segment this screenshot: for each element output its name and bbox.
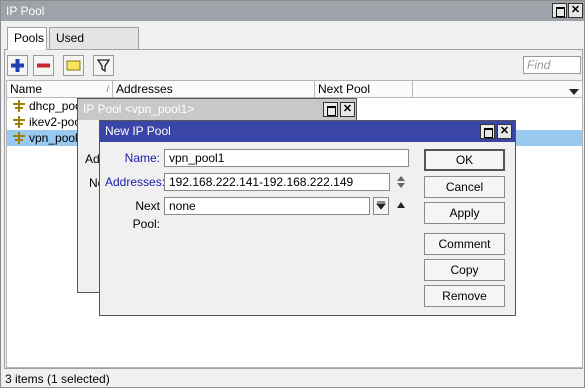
comment-dialog-button[interactable]: Comment [424, 233, 505, 255]
name-label: Name: [124, 151, 160, 165]
dialog-titlebar[interactable]: New IP Pool [100, 121, 515, 142]
column-header-addresses[interactable]: Addresses [113, 81, 315, 98]
cancel-button[interactable]: Cancel [424, 176, 505, 198]
column-header-name[interactable]: Name / [7, 81, 113, 98]
name-value: vpn_pool1 [169, 151, 225, 165]
next-pool-value: none [169, 199, 196, 213]
tab-pools[interactable]: Pools [7, 27, 47, 50]
copy-button[interactable]: Copy [424, 259, 505, 281]
dropdown-arrow-icon [375, 201, 387, 210]
window-titlebar[interactable]: IP Pool [1, 1, 584, 21]
status-bar: 3 items (1 selected) [5, 372, 110, 386]
find-input[interactable]: Find [523, 56, 581, 74]
columns-menu-icon[interactable] [569, 85, 579, 99]
name-field[interactable]: vpn_pool1 [164, 149, 409, 167]
new-ip-pool-dialog: New IP Pool ✕ Name: vpn_pool1 Addresses:… [99, 120, 516, 316]
edit-pool-maximize-button[interactable] [323, 102, 338, 117]
edit-pool-title: IP Pool <vpn_pool1> [83, 102, 195, 116]
window-title: IP Pool [6, 4, 45, 18]
edit-pool-close-button[interactable]: ✕ [340, 102, 355, 117]
sort-up-down-icon[interactable] [396, 175, 406, 189]
filter-button[interactable] [93, 55, 114, 76]
filter-icon [96, 59, 111, 73]
column-header-empty [413, 81, 582, 98]
add-button[interactable] [7, 55, 28, 76]
next-pool-label: Next Pool: [132, 199, 160, 231]
pool-icon [13, 132, 25, 144]
find-placeholder: Find [527, 58, 551, 72]
dialog-title: New IP Pool [105, 124, 171, 138]
addresses-label: Addresses: [105, 175, 166, 189]
arrow-up-icon[interactable] [396, 201, 406, 209]
column-label: Next Pool [318, 82, 371, 96]
remove-button[interactable] [33, 55, 54, 76]
minus-icon [37, 63, 50, 68]
next-pool-select[interactable]: none [164, 197, 370, 215]
comment-button[interactable] [63, 55, 84, 76]
dialog-maximize-button[interactable] [480, 124, 495, 139]
pool-icon [13, 116, 25, 128]
close-button[interactable]: ✕ [568, 3, 583, 18]
ok-button[interactable]: OK [424, 149, 505, 171]
dialog-close-button[interactable]: ✕ [497, 124, 512, 139]
sort-icon: / [106, 84, 109, 94]
pool-icon [13, 100, 25, 112]
row-name: ikev2-poo [29, 115, 82, 129]
apply-button[interactable]: Apply [424, 202, 505, 224]
edit-pool-titlebar[interactable]: IP Pool <vpn_pool1> [78, 99, 356, 120]
column-header-next-pool[interactable]: Next Pool [315, 81, 413, 98]
plus-icon [11, 59, 24, 72]
note-icon [66, 60, 81, 71]
tab-label: Pools [14, 31, 45, 45]
next-pool-dropdown-button[interactable] [373, 197, 389, 215]
maximize-button[interactable] [552, 3, 567, 18]
remove-dialog-button[interactable]: Remove [424, 285, 505, 307]
column-label: Name [10, 82, 43, 96]
tab-used-addresses[interactable]: Used Addresses [49, 27, 139, 66]
addresses-field[interactable]: 192.168.222.141-192.168.222.149 [164, 173, 390, 191]
addresses-value: 192.168.222.141-192.168.222.149 [169, 175, 354, 189]
column-label: Addresses [116, 82, 173, 96]
